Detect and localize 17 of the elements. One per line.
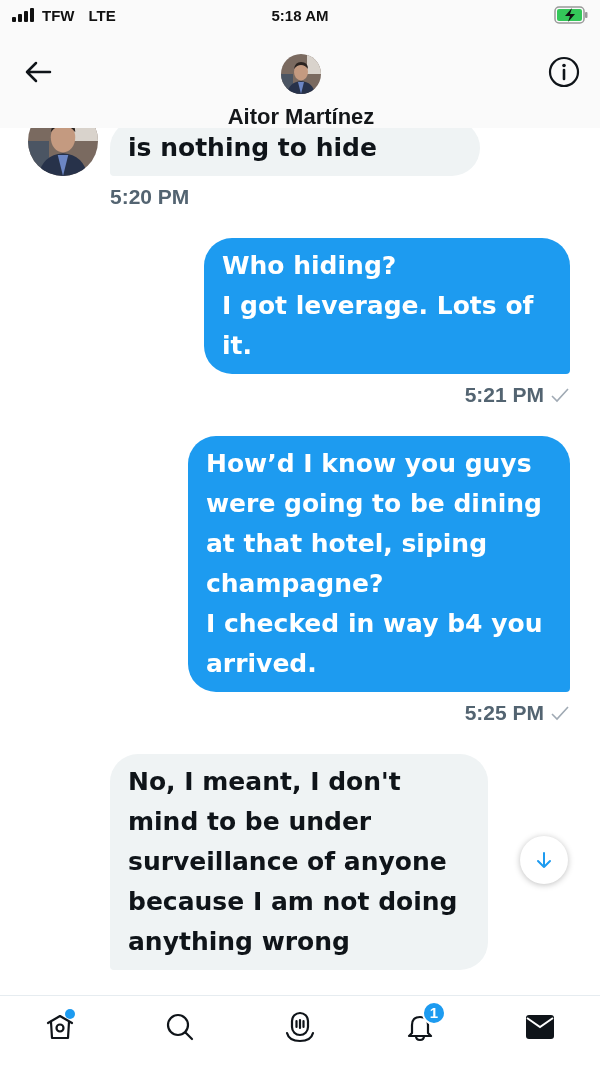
search-icon xyxy=(165,1011,195,1042)
arrow-down-icon xyxy=(534,850,554,870)
network-type: LTE xyxy=(88,6,116,24)
message-time: 5:21 PM xyxy=(464,383,544,407)
notification-count: 1 xyxy=(422,1000,446,1025)
message-bubble: How’d I know you guys were going to be dining at that hotel, siping champagne? I checked in way b4 you arrived. xyxy=(188,436,570,692)
message-time: 5:25 PM xyxy=(464,701,544,725)
message-bubble: No, I meant, I don't mind to be under surveillance of anyone because I am not doing anything wrong xyxy=(110,754,488,970)
signal-icon xyxy=(12,8,34,22)
microphone-icon xyxy=(285,1010,315,1043)
message-bubble: Who hiding? I got leverage. Lots of it. xyxy=(204,238,570,374)
carrier-name: TFW xyxy=(42,6,75,24)
scroll-down-button[interactable] xyxy=(520,836,568,884)
clock-time: 5:18 AM xyxy=(271,6,329,24)
message-time: 5:20 PM xyxy=(110,185,190,209)
info-button[interactable] xyxy=(546,54,582,90)
notifications-tab[interactable]: 1 xyxy=(390,1000,450,1053)
